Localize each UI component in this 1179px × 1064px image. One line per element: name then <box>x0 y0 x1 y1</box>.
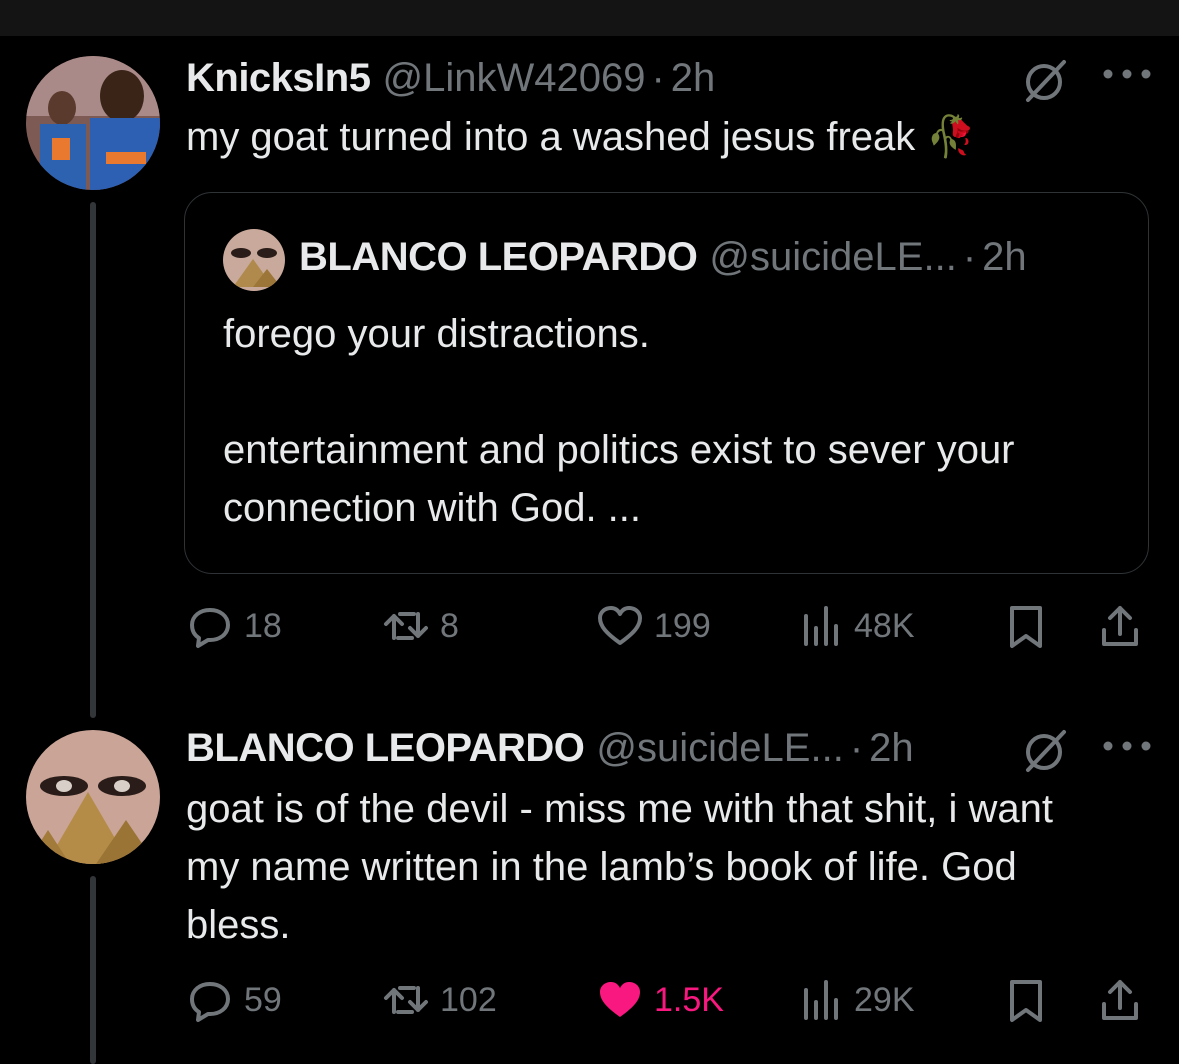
like-button[interactable]: 199 <box>596 596 711 656</box>
handle[interactable]: @LinkW42069 <box>382 56 645 101</box>
tweet1-text: my goat turned into a washed jesus freak… <box>186 108 976 166</box>
like-icon-filled <box>600 982 640 1017</box>
grok-icon[interactable] <box>1022 56 1070 104</box>
retweet-icon <box>384 986 428 1014</box>
reply-icon <box>190 982 230 1022</box>
quote-display-name: BLANCO LEOPARDO <box>299 235 698 279</box>
timestamp[interactable]: 2h <box>869 726 914 771</box>
like-count: 1.5K <box>654 980 724 1019</box>
quote-timestamp: 2h <box>982 235 1027 279</box>
share-icon[interactable] <box>1096 602 1144 650</box>
quote-paragraph-2: entertainment and politics exist to seve… <box>223 428 1015 530</box>
like-icon <box>598 606 642 645</box>
views-button[interactable]: 48K <box>796 596 915 656</box>
wilted-rose-emoji: 🥀 <box>926 115 977 159</box>
retweet-button[interactable]: 102 <box>382 970 497 1030</box>
display-name[interactable]: KnicksIn5 <box>186 56 371 101</box>
display-name[interactable]: BLANCO LEOPARDO <box>186 726 585 771</box>
view-count: 48K <box>854 606 915 645</box>
retweet-count: 102 <box>440 980 497 1019</box>
tweet2-text: goat is of the devil - miss me with that… <box>186 787 1054 947</box>
quote-header: BLANCO LEOPARDO @suicideLE... · 2h <box>299 235 1027 280</box>
top-status-bar <box>0 0 1179 36</box>
share-icon[interactable] <box>1096 976 1144 1024</box>
tweet1-actions: 18 8 199 48K <box>186 596 1146 656</box>
reply-count: 18 <box>244 606 282 645</box>
avatar-blanco-leopardo[interactable] <box>26 730 160 864</box>
views-icon <box>804 980 838 1020</box>
tweet2-actions: 59 102 1.5K 29K <box>186 970 1146 1030</box>
reply-button[interactable]: 18 <box>186 596 282 656</box>
separator-dot: · <box>962 235 977 279</box>
bookmark-icon[interactable] <box>1002 602 1050 650</box>
separator-dot: · <box>849 726 864 770</box>
quote-paragraph-1: forego your distractions. <box>223 312 650 356</box>
more-icon[interactable] <box>1100 736 1154 756</box>
tweet1-header: KnicksIn5 @LinkW42069 · 2h <box>186 56 715 101</box>
retweet-button[interactable]: 8 <box>382 596 459 656</box>
views-button[interactable]: 29K <box>796 970 915 1030</box>
reply-count: 59 <box>244 980 282 1019</box>
views-icon <box>804 606 838 646</box>
quote-avatar <box>223 229 285 291</box>
timestamp[interactable]: 2h <box>671 56 716 101</box>
tweet-body: my goat turned into a washed jesus freak <box>186 115 916 159</box>
separator-dot: · <box>651 56 665 100</box>
thread-line <box>90 202 96 718</box>
quoted-tweet[interactable]: BLANCO LEOPARDO @suicideLE... · 2h foreg… <box>184 192 1149 574</box>
more-icon[interactable] <box>1100 64 1154 84</box>
handle[interactable]: @suicideLE... <box>596 726 843 771</box>
tweet2-header: BLANCO LEOPARDO @suicideLE... · 2h <box>186 726 914 771</box>
like-button-active[interactable]: 1.5K <box>596 970 724 1030</box>
retweet-count: 8 <box>440 606 459 645</box>
quote-handle: @suicideLE... <box>709 235 957 279</box>
like-count: 199 <box>654 606 711 645</box>
reply-icon <box>190 608 230 648</box>
retweet-icon <box>384 612 428 640</box>
grok-icon[interactable] <box>1022 726 1070 774</box>
avatar-knicksin5[interactable] <box>26 56 160 190</box>
view-count: 29K <box>854 980 915 1019</box>
bookmark-icon[interactable] <box>1002 976 1050 1024</box>
reply-button[interactable]: 59 <box>186 970 282 1030</box>
thread-line <box>90 876 96 1064</box>
